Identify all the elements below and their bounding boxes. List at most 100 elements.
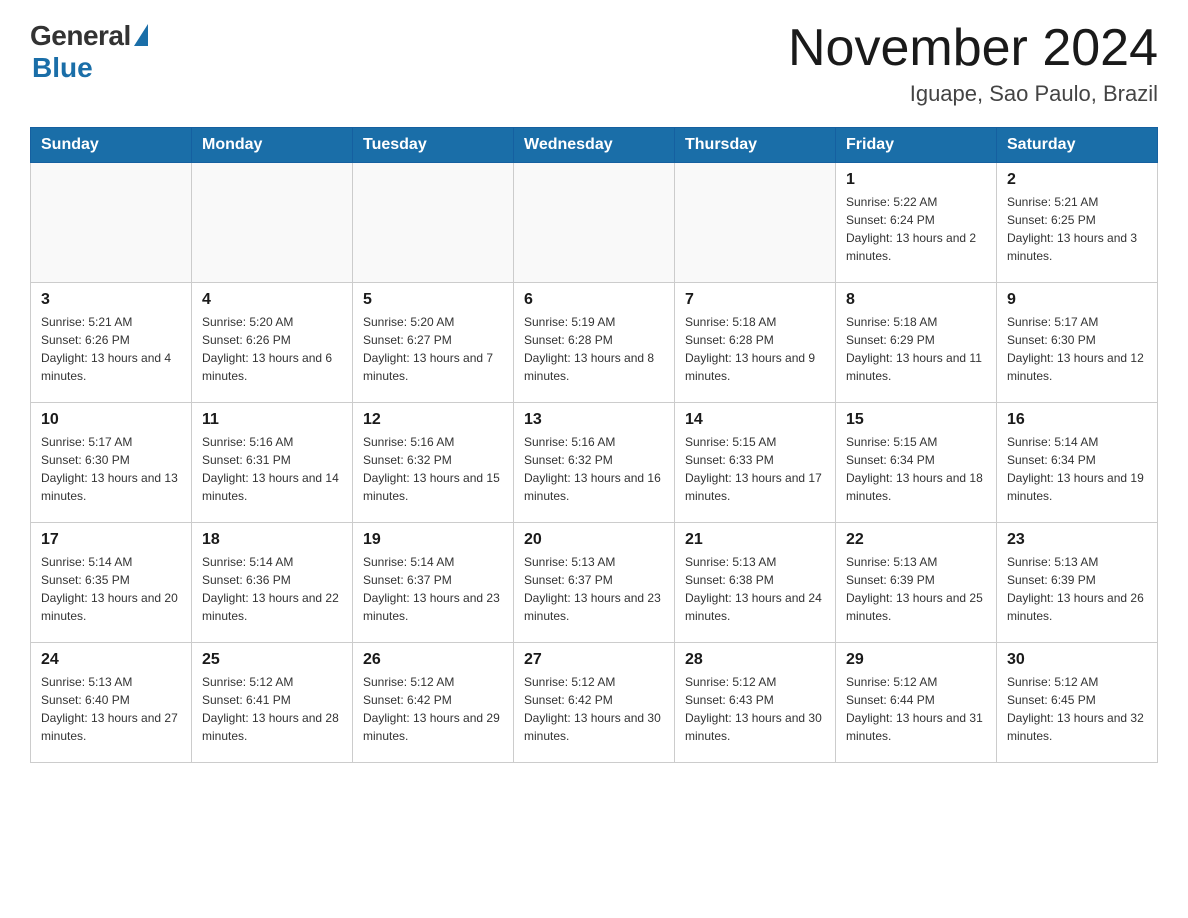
day-info: Sunrise: 5:15 AM Sunset: 6:33 PM Dayligh… (685, 433, 825, 505)
day-info: Sunrise: 5:20 AM Sunset: 6:27 PM Dayligh… (363, 313, 503, 385)
day-cell: 15 Sunrise: 5:15 AM Sunset: 6:34 PM Dayli… (836, 403, 997, 523)
day-info: Sunrise: 5:16 AM Sunset: 6:31 PM Dayligh… (202, 433, 342, 505)
logo-general-text: General (30, 20, 131, 52)
logo-blue-text: Blue (32, 52, 93, 84)
day-cell: 22 Sunrise: 5:13 AM Sunset: 6:39 PM Dayli… (836, 523, 997, 643)
day-cell: 12 Sunrise: 5:16 AM Sunset: 6:32 PM Dayli… (353, 403, 514, 523)
column-header-thursday: Thursday (675, 128, 836, 163)
logo-triangle-icon (134, 24, 148, 46)
day-info: Sunrise: 5:21 AM Sunset: 6:25 PM Dayligh… (1007, 193, 1147, 265)
day-cell: 26 Sunrise: 5:12 AM Sunset: 6:42 PM Dayli… (353, 643, 514, 763)
day-number: 20 (524, 531, 664, 549)
day-number: 13 (524, 411, 664, 429)
day-number: 7 (685, 291, 825, 309)
week-row-5: 24 Sunrise: 5:13 AM Sunset: 6:40 PM Dayli… (31, 643, 1158, 763)
day-cell: 6 Sunrise: 5:19 AM Sunset: 6:28 PM Daylig… (514, 283, 675, 403)
day-cell: 11 Sunrise: 5:16 AM Sunset: 6:31 PM Dayli… (192, 403, 353, 523)
day-cell: 14 Sunrise: 5:15 AM Sunset: 6:33 PM Dayli… (675, 403, 836, 523)
day-info: Sunrise: 5:21 AM Sunset: 6:26 PM Dayligh… (41, 313, 181, 385)
day-number: 6 (524, 291, 664, 309)
day-info: Sunrise: 5:13 AM Sunset: 6:40 PM Dayligh… (41, 673, 181, 745)
day-number: 2 (1007, 171, 1147, 189)
day-info: Sunrise: 5:14 AM Sunset: 6:36 PM Dayligh… (202, 553, 342, 625)
logo: General Blue (30, 20, 148, 84)
day-cell: 27Sunrise: 5:12 AM Sunset: 6:42 PM Dayli… (514, 643, 675, 763)
day-info: Sunrise: 5:13 AM Sunset: 6:37 PM Dayligh… (524, 553, 664, 625)
day-number: 18 (202, 531, 342, 549)
column-header-friday: Friday (836, 128, 997, 163)
day-cell: 10 Sunrise: 5:17 AM Sunset: 6:30 PM Dayli… (31, 403, 192, 523)
day-info: Sunrise: 5:12 AM Sunset: 6:44 PM Dayligh… (846, 673, 986, 745)
day-cell: 7 Sunrise: 5:18 AM Sunset: 6:28 PM Daylig… (675, 283, 836, 403)
day-cell (675, 163, 836, 283)
header: General Blue November 2024 Iguape, Sao P… (30, 20, 1158, 107)
day-info: Sunrise: 5:20 AM Sunset: 6:26 PM Dayligh… (202, 313, 342, 385)
day-number: 12 (363, 411, 503, 429)
day-number: 15 (846, 411, 986, 429)
day-cell: 1 Sunrise: 5:22 AM Sunset: 6:24 PM Daylig… (836, 163, 997, 283)
day-number: 21 (685, 531, 825, 549)
day-cell: 3Sunrise: 5:21 AM Sunset: 6:26 PM Daylig… (31, 283, 192, 403)
day-number: 26 (363, 651, 503, 669)
column-header-tuesday: Tuesday (353, 128, 514, 163)
week-row-1: 1 Sunrise: 5:22 AM Sunset: 6:24 PM Daylig… (31, 163, 1158, 283)
column-header-wednesday: Wednesday (514, 128, 675, 163)
day-number: 28 (685, 651, 825, 669)
day-number: 22 (846, 531, 986, 549)
day-info: Sunrise: 5:14 AM Sunset: 6:35 PM Dayligh… (41, 553, 181, 625)
day-number: 29 (846, 651, 986, 669)
week-row-3: 10 Sunrise: 5:17 AM Sunset: 6:30 PM Dayli… (31, 403, 1158, 523)
day-cell (353, 163, 514, 283)
day-info: Sunrise: 5:13 AM Sunset: 6:39 PM Dayligh… (846, 553, 986, 625)
day-number: 24 (41, 651, 181, 669)
day-cell: 13Sunrise: 5:16 AM Sunset: 6:32 PM Dayli… (514, 403, 675, 523)
day-cell (192, 163, 353, 283)
day-number: 11 (202, 411, 342, 429)
column-header-saturday: Saturday (997, 128, 1158, 163)
day-info: Sunrise: 5:12 AM Sunset: 6:45 PM Dayligh… (1007, 673, 1147, 745)
day-cell (31, 163, 192, 283)
day-info: Sunrise: 5:13 AM Sunset: 6:38 PM Dayligh… (685, 553, 825, 625)
calendar-table: SundayMondayTuesdayWednesdayThursdayFrid… (30, 127, 1158, 763)
day-cell: 25Sunrise: 5:12 AM Sunset: 6:41 PM Dayli… (192, 643, 353, 763)
day-cell: 20 Sunrise: 5:13 AM Sunset: 6:37 PM Dayli… (514, 523, 675, 643)
calendar-title: November 2024 (788, 20, 1158, 77)
day-cell: 21 Sunrise: 5:13 AM Sunset: 6:38 PM Dayli… (675, 523, 836, 643)
day-info: Sunrise: 5:18 AM Sunset: 6:28 PM Dayligh… (685, 313, 825, 385)
day-number: 10 (41, 411, 181, 429)
day-number: 1 (846, 171, 986, 189)
day-info: Sunrise: 5:14 AM Sunset: 6:37 PM Dayligh… (363, 553, 503, 625)
day-cell: 18 Sunrise: 5:14 AM Sunset: 6:36 PM Dayli… (192, 523, 353, 643)
day-number: 5 (363, 291, 503, 309)
day-info: Sunrise: 5:19 AM Sunset: 6:28 PM Dayligh… (524, 313, 664, 385)
day-cell: 28 Sunrise: 5:12 AM Sunset: 6:43 PM Dayli… (675, 643, 836, 763)
day-number: 4 (202, 291, 342, 309)
day-info: Sunrise: 5:12 AM Sunset: 6:43 PM Dayligh… (685, 673, 825, 745)
day-number: 16 (1007, 411, 1147, 429)
day-cell: 30Sunrise: 5:12 AM Sunset: 6:45 PM Dayli… (997, 643, 1158, 763)
day-number: 14 (685, 411, 825, 429)
day-cell: 5 Sunrise: 5:20 AM Sunset: 6:27 PM Daylig… (353, 283, 514, 403)
day-info: Sunrise: 5:15 AM Sunset: 6:34 PM Dayligh… (846, 433, 986, 505)
day-info: Sunrise: 5:17 AM Sunset: 6:30 PM Dayligh… (1007, 313, 1147, 385)
column-header-sunday: Sunday (31, 128, 192, 163)
day-info: Sunrise: 5:14 AM Sunset: 6:34 PM Dayligh… (1007, 433, 1147, 505)
day-cell: 16 Sunrise: 5:14 AM Sunset: 6:34 PM Dayli… (997, 403, 1158, 523)
week-row-2: 3Sunrise: 5:21 AM Sunset: 6:26 PM Daylig… (31, 283, 1158, 403)
day-info: Sunrise: 5:17 AM Sunset: 6:30 PM Dayligh… (41, 433, 181, 505)
day-number: 17 (41, 531, 181, 549)
day-info: Sunrise: 5:22 AM Sunset: 6:24 PM Dayligh… (846, 193, 986, 265)
day-number: 9 (1007, 291, 1147, 309)
day-cell: 2 Sunrise: 5:21 AM Sunset: 6:25 PM Daylig… (997, 163, 1158, 283)
day-cell: 4 Sunrise: 5:20 AM Sunset: 6:26 PM Daylig… (192, 283, 353, 403)
week-row-4: 17 Sunrise: 5:14 AM Sunset: 6:35 PM Dayli… (31, 523, 1158, 643)
day-number: 19 (363, 531, 503, 549)
day-info: Sunrise: 5:12 AM Sunset: 6:42 PM Dayligh… (363, 673, 503, 745)
column-header-monday: Monday (192, 128, 353, 163)
day-info: Sunrise: 5:16 AM Sunset: 6:32 PM Dayligh… (363, 433, 503, 505)
day-number: 25 (202, 651, 342, 669)
day-info: Sunrise: 5:18 AM Sunset: 6:29 PM Dayligh… (846, 313, 986, 385)
day-cell: 29 Sunrise: 5:12 AM Sunset: 6:44 PM Dayli… (836, 643, 997, 763)
day-number: 23 (1007, 531, 1147, 549)
day-cell: 8Sunrise: 5:18 AM Sunset: 6:29 PM Daylig… (836, 283, 997, 403)
